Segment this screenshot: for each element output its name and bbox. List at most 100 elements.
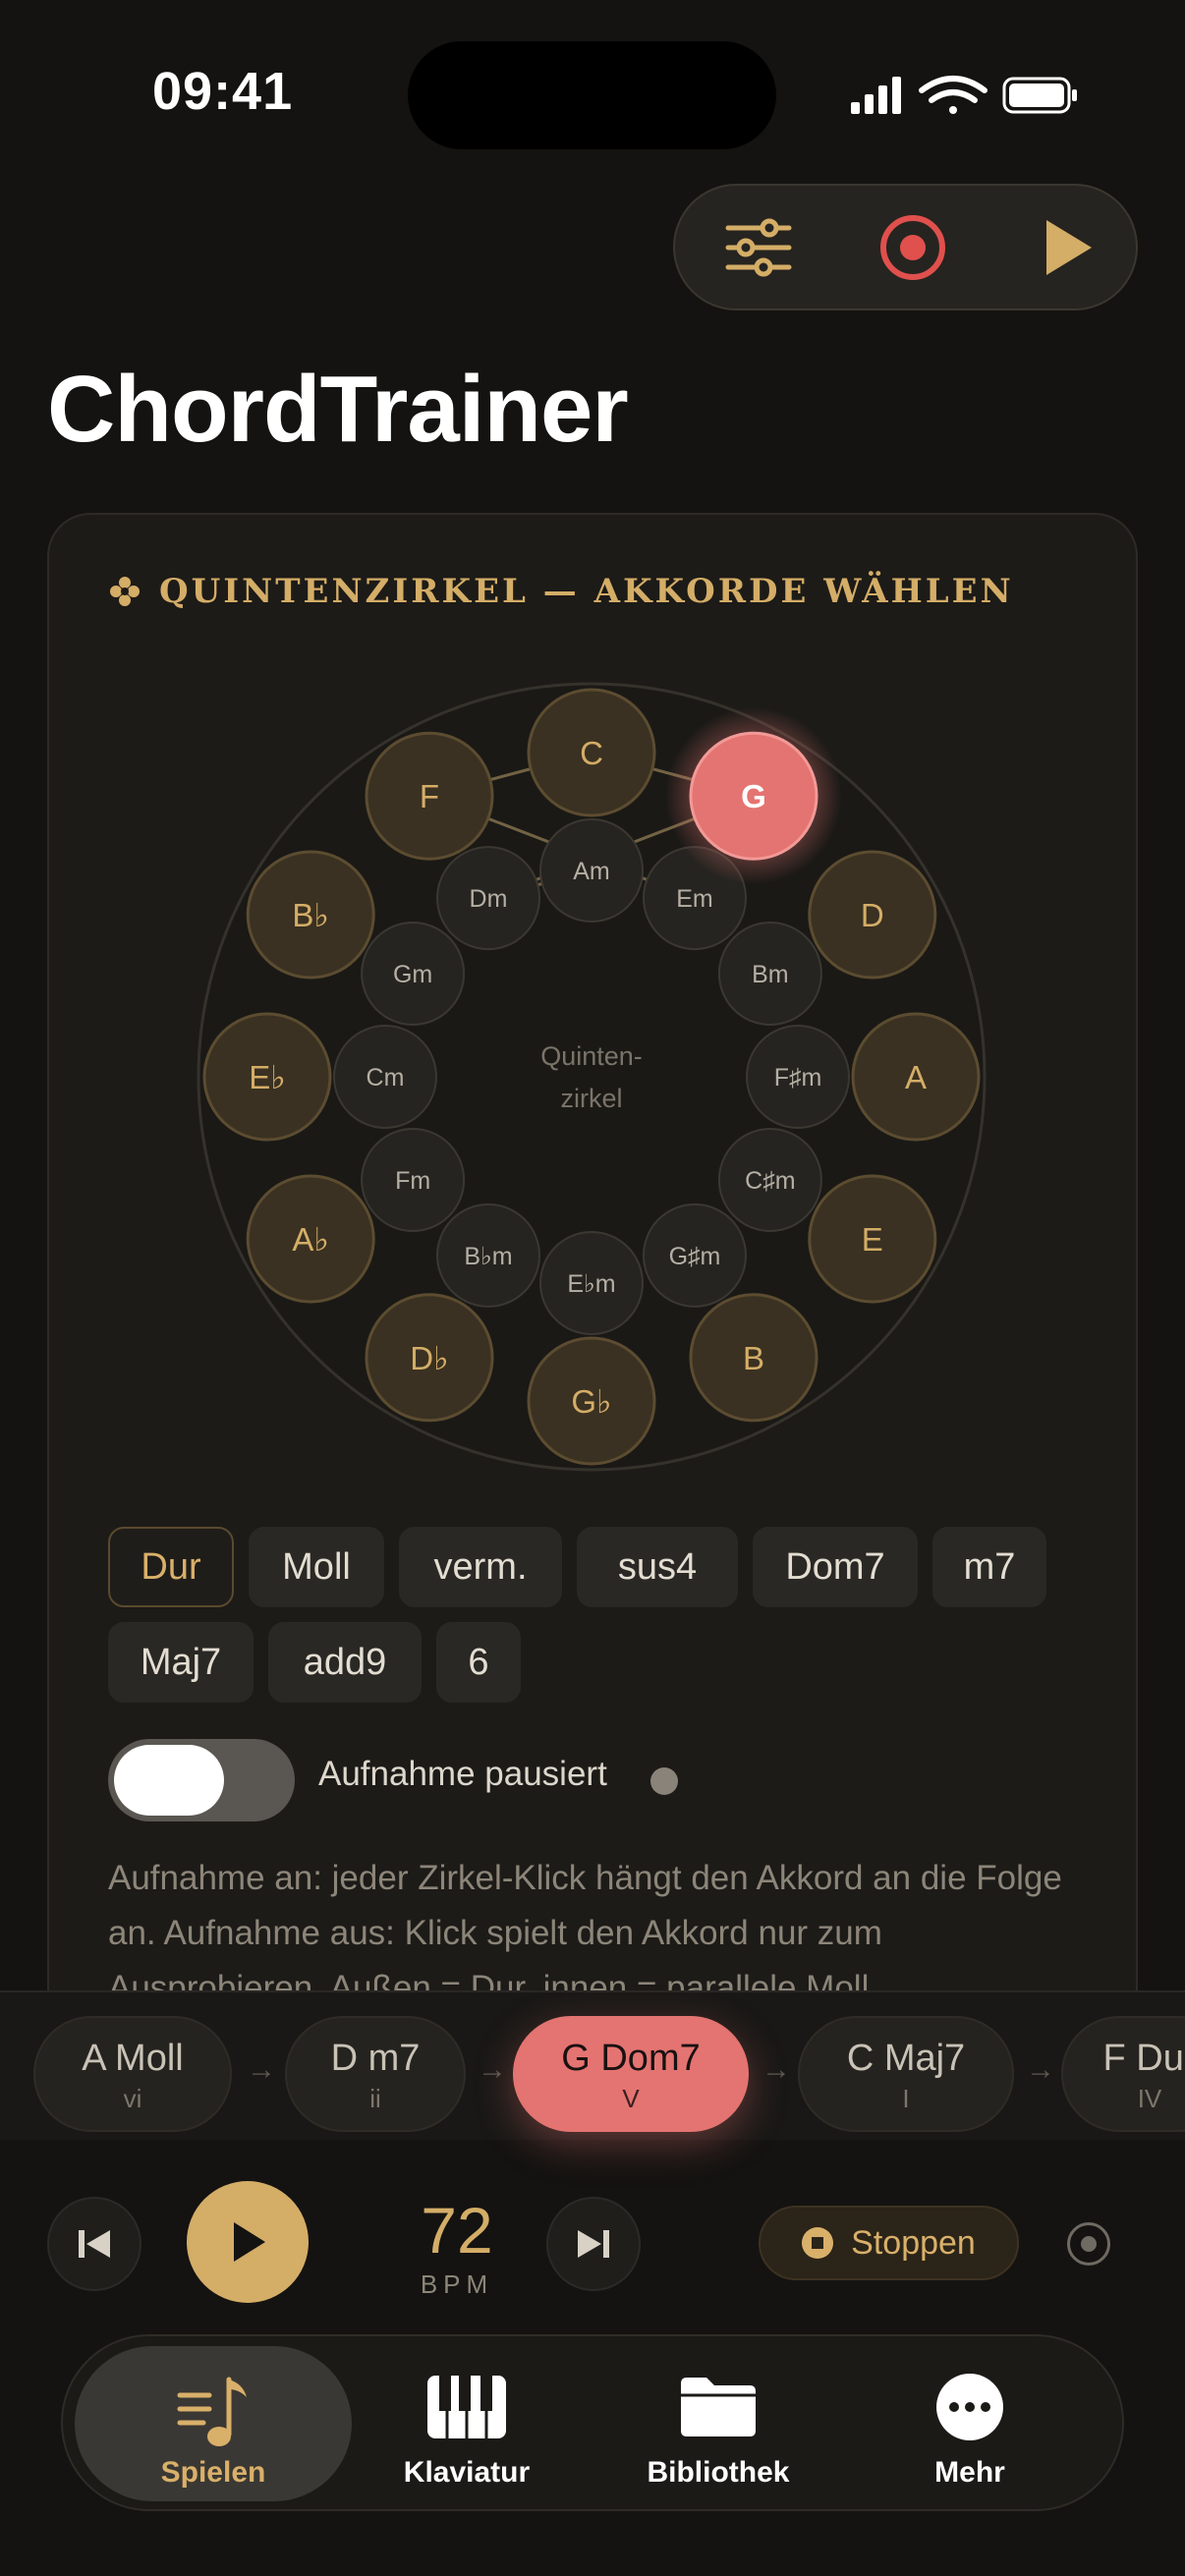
chord-label: B♭m <box>464 1243 512 1270</box>
status-time: 09:41 <box>152 62 294 121</box>
minor-chord-b-flatm[interactable]: B♭m <box>436 1203 540 1308</box>
arrow-icon: → <box>762 2053 791 2086</box>
quality-chip-sus4[interactable]: sus4 <box>577 1527 738 1607</box>
wifi-icon <box>919 76 988 114</box>
minor-chord-fm[interactable]: Fm <box>361 1128 466 1232</box>
bpm-label: BPM <box>420 2269 494 2299</box>
sliders-icon <box>725 218 792 276</box>
mixer-settings-button[interactable] <box>700 186 818 308</box>
major-chord-g[interactable]: G <box>665 707 842 885</box>
progression-chord-3[interactable]: C Maj7 I <box>798 2016 1014 2132</box>
minor-chord-e-flatm[interactable]: E♭m <box>539 1231 644 1335</box>
center-label-line2: zirkel <box>560 1084 622 1113</box>
major-chord-e-flat[interactable]: E♭ <box>202 1012 332 1142</box>
minor-chord-bm[interactable]: Bm <box>717 922 822 1026</box>
major-chord-a[interactable]: A <box>851 1012 981 1142</box>
tab-mehr[interactable]: Mehr <box>831 2346 1108 2501</box>
play-button[interactable] <box>1009 186 1127 308</box>
stop-button[interactable]: Stoppen <box>759 2206 1019 2280</box>
major-chord-b[interactable]: B <box>689 1293 818 1423</box>
major-chord-a-flat[interactable]: A♭ <box>246 1174 375 1304</box>
quality-chip-m7[interactable]: m7 <box>932 1527 1046 1607</box>
tab-label: Bibliothek <box>647 2456 790 2489</box>
status-icons <box>847 71 1083 118</box>
minor-chord-cm[interactable]: Cm <box>333 1025 437 1129</box>
quality-chip-verm[interactable]: verm. <box>399 1527 562 1607</box>
roman-numeral: I <box>902 2084 910 2113</box>
chord-progression-strip: A Moll vi → D m7 ii → G Dom7 V → C Maj7 I → F Dur IV <box>0 1990 1185 2140</box>
major-chord-d[interactable]: D <box>808 850 937 980</box>
quality-chip-maj7[interactable]: Maj7 <box>108 1622 254 1703</box>
quality-chip-6[interactable]: 6 <box>436 1622 521 1703</box>
quality-chip-add9[interactable]: add9 <box>268 1622 422 1703</box>
major-chord-f[interactable]: F <box>365 731 494 861</box>
quality-chip-dom7[interactable]: Dom7 <box>753 1527 918 1607</box>
chord-name: G Dom7 <box>561 2038 701 2079</box>
progression-chord-2[interactable]: G Dom7 V <box>513 2016 749 2132</box>
chord-label: B♭ <box>292 897 329 933</box>
play-icon <box>234 2222 265 2262</box>
chord-label: F♯m <box>774 1064 822 1092</box>
minor-chord-dm[interactable]: Dm <box>436 846 540 951</box>
roman-numeral: vi <box>123 2084 142 2113</box>
progression-chord-4[interactable]: F Dur IV <box>1061 2016 1185 2132</box>
chord-label: Em <box>676 885 713 913</box>
tab-bibliothek[interactable]: Bibliothek <box>580 2346 857 2501</box>
arrow-icon: → <box>1026 2053 1055 2086</box>
minor-chord-am[interactable]: Am <box>539 818 644 923</box>
recording-status-label: Aufnahme pausiert <box>318 1755 607 1793</box>
battery-icon <box>1002 77 1077 114</box>
chord-label: E♭ <box>249 1059 286 1095</box>
chord-label: F <box>420 778 439 814</box>
next-chord-button[interactable] <box>546 2197 641 2291</box>
play-pause-button[interactable] <box>187 2181 309 2303</box>
cellular-signal-icon <box>851 77 901 114</box>
chord-name: D m7 <box>330 2038 421 2079</box>
chord-label: E <box>862 1221 883 1258</box>
chord-label: Fm <box>395 1167 430 1195</box>
progression-chord-0[interactable]: A Moll vi <box>33 2016 232 2132</box>
quality-chip-dur[interactable]: Dur <box>108 1527 234 1607</box>
tab-label: Spielen <box>160 2456 266 2489</box>
major-chord-e[interactable]: E <box>808 1174 937 1304</box>
chord-label: C <box>580 735 603 771</box>
tab-bar: Spielen Klaviatur Bibliothek Mehr <box>61 2334 1124 2511</box>
minor-chord-f-sharpm[interactable]: F♯m <box>746 1025 850 1129</box>
toggle-knob <box>114 1745 224 1816</box>
skip-back-icon <box>79 2230 110 2258</box>
tab-klaviatur[interactable]: Klaviatur <box>328 2346 605 2501</box>
minor-chord-gm[interactable]: Gm <box>361 922 466 1026</box>
chord-name: F Dur <box>1102 2038 1185 2079</box>
roman-numeral: IV <box>1137 2084 1162 2113</box>
play-icon <box>1046 219 1092 275</box>
progression-chord-1[interactable]: D m7 ii <box>285 2016 466 2132</box>
chord-name: A Moll <box>82 2038 184 2079</box>
record-dot-icon <box>1081 2236 1097 2252</box>
page-title: ChordTrainer <box>47 357 629 462</box>
tab-spielen[interactable]: Spielen <box>75 2346 352 2501</box>
circle-of-fifths: Quinten- zirkel Am Em Bm F♯m C♯m G♯m E♭m B♭m Fm C… <box>197 682 987 1472</box>
major-chord-d-flat[interactable]: D♭ <box>365 1293 494 1423</box>
record-button[interactable] <box>854 186 972 308</box>
tab-label: Mehr <box>934 2456 1005 2489</box>
major-chord-b-flat[interactable]: B♭ <box>246 850 375 980</box>
top-toolbar <box>673 184 1138 310</box>
folder-icon <box>681 2378 756 2436</box>
stop-icon <box>802 2227 834 2259</box>
roman-numeral: ii <box>369 2084 381 2113</box>
recording-toggle[interactable] <box>108 1739 295 1821</box>
bpm-value[interactable]: 72 <box>383 2193 531 2268</box>
chord-label: Cm <box>367 1064 405 1092</box>
quality-chip-moll[interactable]: Moll <box>249 1527 384 1607</box>
chord-label: G <box>741 778 766 814</box>
chord-label: Bm <box>752 961 789 988</box>
major-chord-c[interactable]: C <box>527 688 656 817</box>
major-chord-g-flat[interactable]: G♭ <box>527 1336 656 1466</box>
minor-chord-g-sharpm[interactable]: G♯m <box>643 1203 747 1308</box>
arrow-icon: → <box>478 2053 507 2086</box>
minor-chord-c-sharpm[interactable]: C♯m <box>717 1128 822 1232</box>
chord-label: G♯m <box>669 1243 721 1270</box>
record-indicator-button[interactable] <box>1067 2222 1110 2266</box>
chord-label: Am <box>573 858 610 885</box>
previous-chord-button[interactable] <box>47 2197 141 2291</box>
